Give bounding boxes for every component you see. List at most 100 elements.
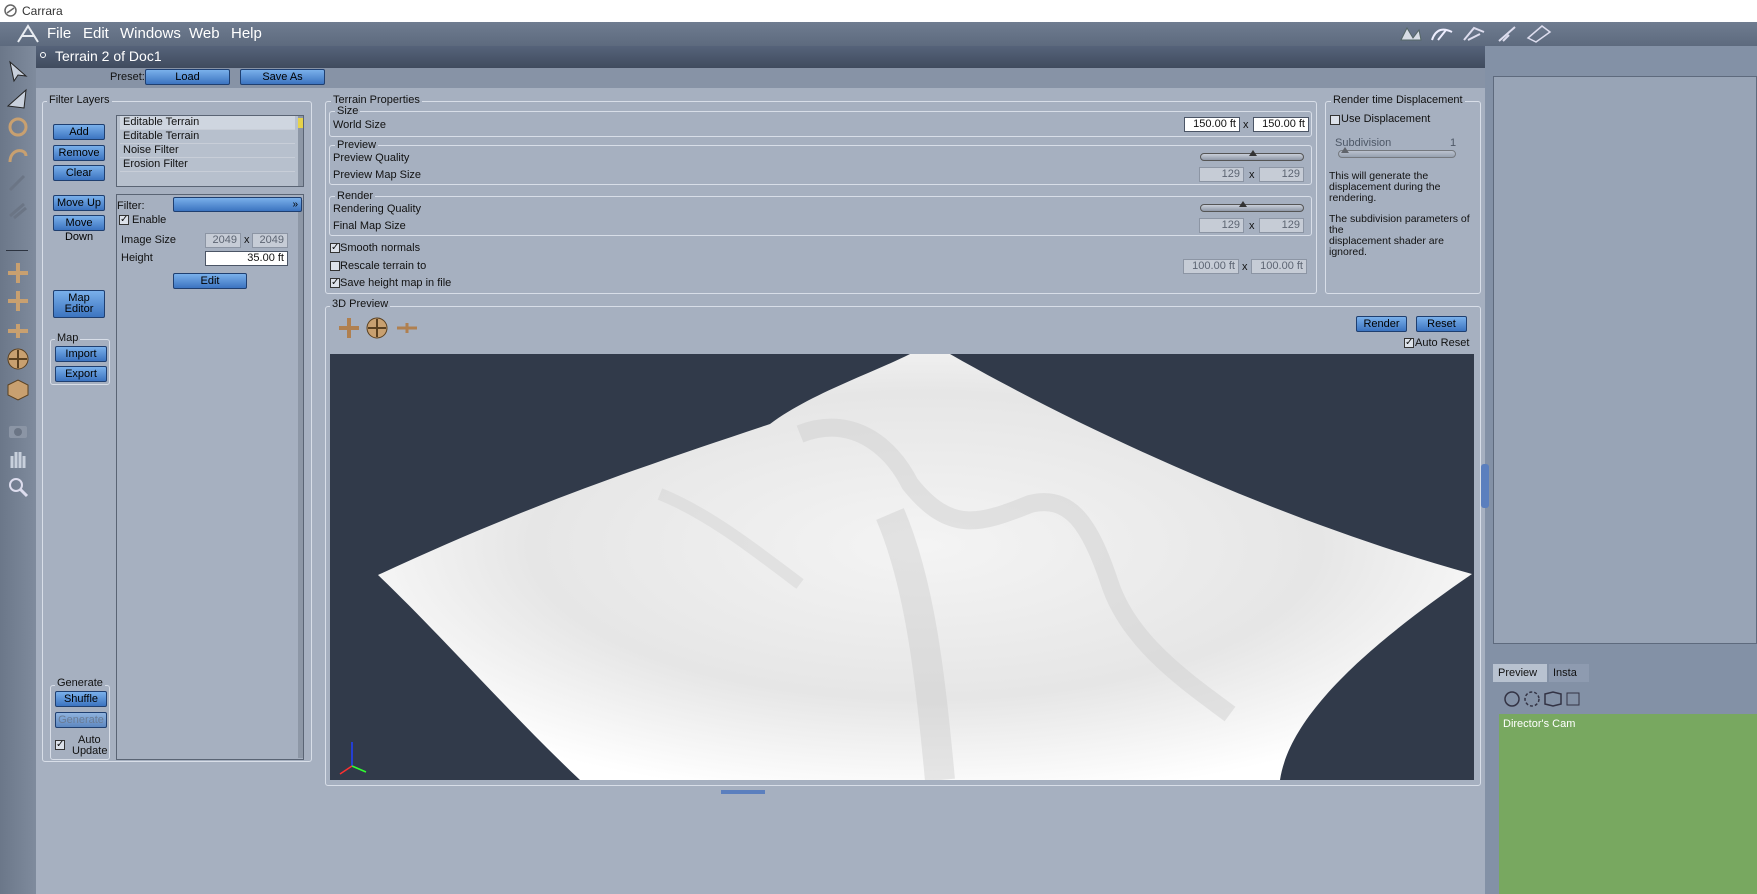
- smooth-normals-checkbox[interactable]: ✓: [330, 243, 340, 253]
- camera-nav-icons[interactable]: [1503, 690, 1583, 708]
- import-button[interactable]: Import: [55, 346, 107, 362]
- move-xz-icon[interactable]: [4, 288, 32, 314]
- window-title: Carrara: [22, 4, 63, 18]
- move-up-button[interactable]: Move Up: [53, 195, 105, 211]
- enable-checkbox[interactable]: ✓: [119, 215, 129, 225]
- right-panel: Preview Insta Director's Cam: [1481, 46, 1757, 894]
- toolbar-divider: [6, 250, 28, 251]
- menu-bar: File Edit Windows Web Help: [0, 22, 1757, 46]
- slider-knob[interactable]: [1239, 201, 1248, 207]
- bone-tool-icon[interactable]: [1428, 24, 1456, 44]
- world-size-width[interactable]: 150.00 ft: [1184, 117, 1240, 132]
- height-input[interactable]: 35.00 ft: [205, 251, 288, 266]
- preview-quality-slider[interactable]: [1200, 150, 1304, 161]
- hand-pan-icon[interactable]: [4, 446, 32, 472]
- tab-instances[interactable]: Insta: [1549, 664, 1589, 682]
- move-xy-icon[interactable]: [4, 260, 32, 286]
- world-size-height[interactable]: 150.00 ft: [1253, 117, 1309, 132]
- slider-knob[interactable]: [1249, 150, 1257, 156]
- document-title: Terrain 2 of Doc1: [55, 48, 162, 64]
- render-button[interactable]: Render: [1356, 316, 1407, 332]
- zoom-icon[interactable]: [4, 474, 32, 500]
- render-displacement-title: Render time Displacement: [1331, 94, 1465, 106]
- window-titlebar: Carrara: [0, 0, 1757, 22]
- rescale-width[interactable]: 100.00 ft: [1183, 259, 1239, 274]
- panel-splitter[interactable]: [721, 790, 765, 794]
- use-displacement-checkbox[interactable]: [1330, 115, 1340, 125]
- camera-name: Director's Cam: [1503, 718, 1576, 730]
- mini-preview[interactable]: Director's Cam: [1499, 714, 1757, 894]
- dolly-icon[interactable]: [4, 318, 32, 344]
- layer-item[interactable]: Editable Terrain: [120, 116, 295, 130]
- map-group-title: Map: [55, 332, 81, 344]
- rescale-height[interactable]: 100.00 ft: [1251, 259, 1307, 274]
- move-down-button[interactable]: Move Down: [53, 215, 105, 243]
- orbit-camera-icon[interactable]: [365, 316, 389, 340]
- pencil-tool-icon[interactable]: [4, 170, 32, 196]
- rescale-checkbox[interactable]: [330, 261, 340, 271]
- layer-item[interactable]: Erosion Filter: [120, 158, 295, 172]
- twist-tool-icon[interactable]: [4, 142, 32, 168]
- vertex-tool-icon[interactable]: [1460, 24, 1488, 44]
- shuffle-button[interactable]: Shuffle: [55, 691, 107, 707]
- enable-label: Enable: [132, 214, 167, 226]
- preview-title: Preview: [335, 139, 379, 151]
- layer-item[interactable]: Editable Terrain: [120, 130, 295, 144]
- rendering-quality-slider[interactable]: [1200, 201, 1304, 212]
- filter-dropdown[interactable]: »: [173, 197, 302, 212]
- filter-label: Filter:: [117, 200, 145, 212]
- dolly-camera-icon[interactable]: [395, 318, 419, 338]
- save-as-button[interactable]: Save As: [240, 69, 325, 85]
- tray-handle[interactable]: [1481, 464, 1489, 508]
- ruler-tool-icon[interactable]: [1524, 24, 1552, 44]
- save-height-checkbox[interactable]: ✓: [330, 278, 340, 288]
- link-tool-icon[interactable]: [4, 198, 32, 224]
- generate-button[interactable]: Generate: [55, 712, 107, 728]
- desc-line: displacement shader are ignored.: [1329, 235, 1444, 258]
- menu-file[interactable]: File: [47, 25, 71, 42]
- subdivision-slider[interactable]: [1338, 147, 1456, 158]
- carrara-logo-icon[interactable]: [16, 24, 40, 44]
- move-tool-icon[interactable]: [4, 86, 32, 112]
- clear-layers-button[interactable]: Clear: [53, 165, 105, 181]
- image-size-width[interactable]: 2049: [205, 233, 241, 248]
- move-camera-icon[interactable]: [337, 316, 361, 340]
- menu-edit[interactable]: Edit: [83, 25, 109, 42]
- preview-quality-label: Preview Quality: [333, 152, 410, 164]
- desc-line: The subdivision parameters of the: [1329, 213, 1470, 236]
- map-editor-button[interactable]: Map Editor: [53, 290, 105, 318]
- auto-reset-checkbox[interactable]: ✓: [1404, 338, 1414, 348]
- use-displacement-label: Use Displacement: [1341, 113, 1431, 125]
- menu-web[interactable]: Web: [189, 25, 220, 42]
- final-map-height[interactable]: 129: [1259, 218, 1304, 233]
- select-arrow-icon[interactable]: [4, 58, 32, 84]
- export-button[interactable]: Export: [55, 366, 107, 382]
- subdivision-value: 1: [1450, 137, 1457, 149]
- menu-windows[interactable]: Windows: [120, 25, 181, 42]
- slider-knob[interactable]: [1341, 147, 1349, 153]
- menu-help[interactable]: Help: [231, 25, 262, 42]
- preview-map-height[interactable]: 129: [1259, 167, 1304, 182]
- 3d-viewport[interactable]: [330, 354, 1474, 780]
- add-layer-button[interactable]: Add: [53, 124, 105, 140]
- camera-icon[interactable]: [4, 418, 32, 444]
- remove-layer-button[interactable]: Remove: [53, 145, 105, 161]
- box-tool-icon[interactable]: [4, 376, 32, 402]
- orbit-icon[interactable]: [4, 346, 32, 372]
- edit-button[interactable]: Edit: [173, 273, 247, 289]
- final-map-width[interactable]: 129: [1199, 218, 1244, 233]
- reset-button[interactable]: Reset: [1416, 316, 1467, 332]
- preview-map-width[interactable]: 129: [1199, 167, 1244, 182]
- scroll-thumb[interactable]: [298, 118, 303, 128]
- auto-update-checkbox[interactable]: ✓: [55, 740, 65, 750]
- brush-tool-icon[interactable]: [1493, 24, 1521, 44]
- rotate-tool-icon[interactable]: [4, 114, 32, 140]
- load-button[interactable]: Load: [145, 69, 230, 85]
- image-size-height[interactable]: 2049: [252, 233, 288, 248]
- layer-item[interactable]: Noise Filter: [120, 144, 295, 158]
- x-separator: x: [1249, 169, 1255, 181]
- hand-tool-icon[interactable]: [1397, 24, 1425, 44]
- collapse-icon[interactable]: [40, 52, 46, 58]
- tab-preview[interactable]: Preview: [1493, 664, 1547, 682]
- params-scrollbar[interactable]: [298, 200, 303, 758]
